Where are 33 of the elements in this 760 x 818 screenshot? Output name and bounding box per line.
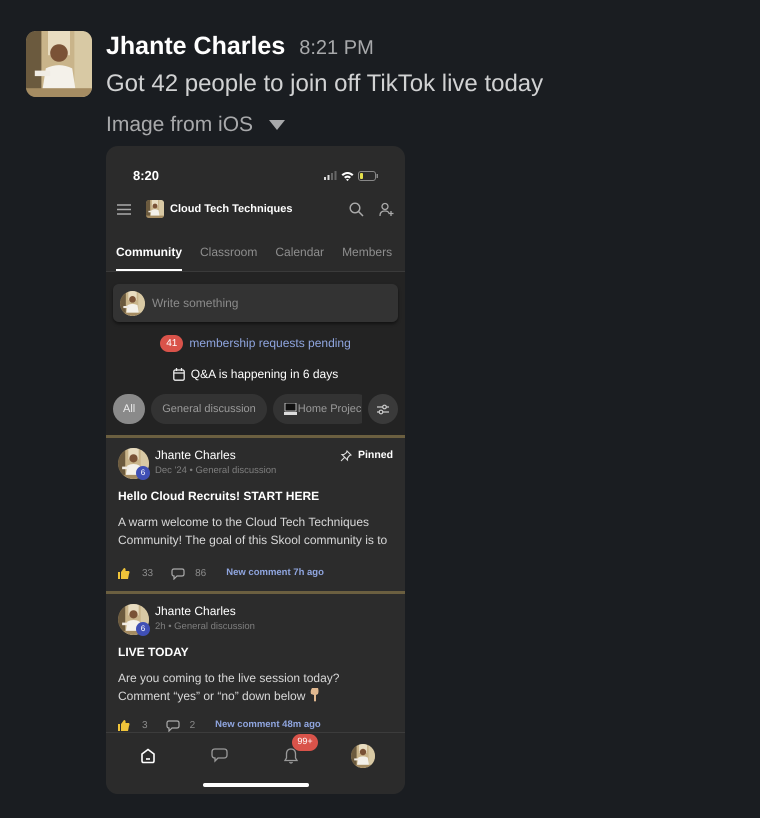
- comment-count: 86: [195, 567, 206, 581]
- pinned-label: Pinned: [358, 448, 393, 463]
- filter-chip[interactable]: General discussion: [151, 394, 267, 424]
- tab[interactable]: Calendar: [275, 243, 324, 271]
- message-time[interactable]: 8:21 PM: [299, 33, 374, 63]
- like-count: 33: [142, 567, 154, 581]
- message-text: Got 42 people to join off TikTok live today: [106, 69, 544, 99]
- author-name[interactable]: Jhante Charles: [155, 604, 255, 619]
- new-comment-link[interactable]: New comment 7h ago: [226, 566, 324, 581]
- new-comment-link[interactable]: New comment 48m ago: [215, 718, 321, 733]
- community-name[interactable]: Cloud Tech Techniques: [170, 200, 292, 218]
- post-body: A warm welcome to the Cloud Tech Techniques Community! The goal of this Skool community is to: [118, 514, 388, 549]
- post-meta: 2h • General discussion: [155, 620, 255, 634]
- level-badge: 6: [136, 622, 150, 636]
- notification-badge: 99+: [292, 734, 318, 750]
- filter-chip[interactable]: Home Projec: [272, 394, 362, 424]
- post-title[interactable]: LIVE TODAY: [118, 643, 393, 661]
- event-text: Q&A is happening in 6 days: [190, 366, 338, 383]
- tab[interactable]: Members: [342, 243, 392, 271]
- tab[interactable]: Classroom: [200, 243, 258, 271]
- level-badge: 6: [136, 466, 150, 480]
- comment-count: 2: [190, 719, 196, 733]
- status-time: 8:20: [133, 166, 160, 185]
- count-badge: 41: [160, 334, 184, 352]
- post-body: Are you coming to the live session today? Comment “yes” or “no” down below: [118, 670, 340, 705]
- pending-requests-link[interactable]: membership requests pending: [189, 334, 351, 352]
- post-title[interactable]: Hello Cloud Recruits! START HERE: [118, 487, 393, 505]
- attachment-label: Image from iOS: [106, 112, 254, 138]
- sender-name[interactable]: Jhante Charles: [106, 31, 286, 61]
- author-name[interactable]: Jhante Charles: [155, 448, 276, 463]
- post-meta: Dec '24 • General discussion: [155, 464, 276, 478]
- like-count: 3: [142, 719, 148, 733]
- composer-field[interactable]: Write something: [113, 284, 398, 322]
